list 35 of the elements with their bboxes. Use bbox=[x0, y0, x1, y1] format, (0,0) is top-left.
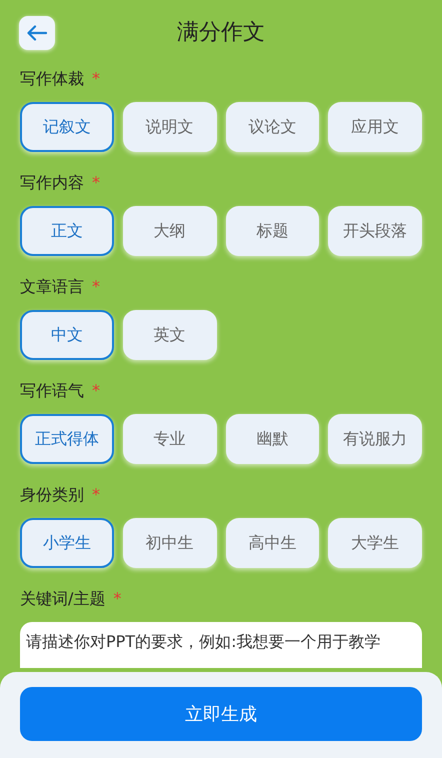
back-button[interactable] bbox=[19, 16, 55, 50]
option-button[interactable]: 有说服力 bbox=[328, 414, 422, 464]
option-button[interactable]: 专业 bbox=[122, 414, 216, 464]
page-title: 满分作文 bbox=[177, 20, 265, 45]
generate-button[interactable]: 立即生成 bbox=[20, 687, 422, 741]
option-button[interactable]: 开头段落 bbox=[328, 206, 422, 256]
required-mark: * bbox=[92, 485, 100, 504]
option-button[interactable]: 正文 bbox=[20, 206, 114, 256]
option-button[interactable]: 大纲 bbox=[122, 206, 216, 256]
keyword-field[interactable]: 请描述你对PPT的要求，例如:我想要一个用于教学 bbox=[20, 622, 422, 668]
option-button[interactable]: 中文 bbox=[20, 310, 114, 360]
option-button[interactable]: 标题 bbox=[226, 206, 320, 256]
field-label: 身份类别 bbox=[20, 485, 84, 504]
required-mark: * bbox=[92, 277, 100, 296]
back-arrow-icon bbox=[27, 25, 47, 41]
option-button[interactable]: 议论文 bbox=[226, 102, 320, 152]
option-button[interactable]: 幽默 bbox=[226, 414, 320, 464]
option-button[interactable]: 英文 bbox=[122, 310, 216, 360]
field-label: 写作体裁 bbox=[20, 69, 84, 88]
required-mark: * bbox=[92, 381, 100, 400]
option-button[interactable]: 初中生 bbox=[122, 518, 216, 568]
field-label: 写作语气 bbox=[20, 381, 84, 400]
required-mark: * bbox=[113, 589, 122, 608]
option-button[interactable]: 记叙文 bbox=[20, 102, 114, 152]
option-button[interactable]: 小学生 bbox=[20, 518, 114, 568]
option-button[interactable]: 高中生 bbox=[226, 518, 320, 568]
field-label: 关键词/主题 bbox=[20, 589, 106, 608]
required-mark: * bbox=[92, 69, 100, 88]
field-label: 文章语言 bbox=[20, 277, 84, 296]
required-mark: * bbox=[92, 173, 100, 192]
option-button[interactable]: 正式得体 bbox=[20, 414, 114, 464]
field-label: 写作内容 bbox=[20, 173, 84, 192]
option-button[interactable]: 应用文 bbox=[328, 102, 422, 152]
option-button[interactable]: 大学生 bbox=[328, 518, 422, 568]
option-button[interactable]: 说明文 bbox=[122, 102, 216, 152]
